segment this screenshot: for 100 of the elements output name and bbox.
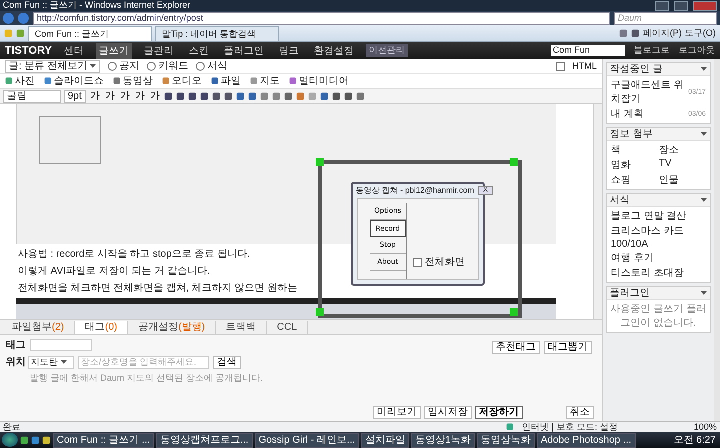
media-icon[interactable] <box>211 77 219 85</box>
caret-icon[interactable] <box>701 197 707 203</box>
taskbar-item[interactable]: 동영상1녹화 <box>411 432 475 448</box>
radio-label: 키워드 <box>158 60 188 73</box>
browser-tab[interactable]: Com Fun :: 글쓰기 <box>28 26 152 40</box>
caret-icon[interactable] <box>701 66 707 72</box>
font-select[interactable]: 굴림 <box>3 90 61 102</box>
info-item[interactable]: 책 <box>611 143 658 157</box>
media-button[interactable]: 지도 <box>260 74 280 88</box>
nav-menu-item[interactable]: 플러그인 <box>221 42 268 58</box>
format-button[interactable]: 가 <box>88 89 101 103</box>
media-icon[interactable] <box>289 77 297 85</box>
toolbar-menu[interactable]: 도구(O) <box>685 26 716 40</box>
nav-menu-item[interactable]: 링크 <box>276 42 302 58</box>
taskbar-item[interactable]: Com Fun :: 글쓰기 ... <box>53 432 154 448</box>
address-field[interactable]: http://comfun.tistory.com/admin/entry/post <box>33 12 610 24</box>
media-icon[interactable] <box>250 77 258 85</box>
nav-link[interactable]: 블로그로 <box>634 44 670 57</box>
radio-button[interactable] <box>196 62 206 70</box>
scrollbar[interactable] <box>593 104 602 319</box>
caret-icon[interactable] <box>701 290 707 296</box>
location-note: 발행 글에 한해서 Daum 지도의 선택된 장소에 공개됩니다. <box>29 372 264 385</box>
minimize-button[interactable] <box>655 0 669 10</box>
media-button[interactable]: 멀티미디어 <box>299 74 349 88</box>
taskbar-item[interactable]: Adobe Photoshop ... <box>536 432 636 448</box>
caret-icon[interactable] <box>61 359 67 365</box>
template-item[interactable]: 티스토리 초대장 <box>611 266 706 280</box>
media-button[interactable]: 동영상 <box>123 74 153 88</box>
blog-select[interactable]: Com Fun <box>551 45 625 56</box>
format-button[interactable]: 가 <box>134 89 146 103</box>
media-icon[interactable] <box>113 77 121 85</box>
media-icon[interactable] <box>162 77 170 85</box>
migration-button[interactable]: 이전관리 <box>366 44 408 57</box>
selection-handle[interactable] <box>316 308 324 316</box>
selection-handle[interactable] <box>510 308 518 316</box>
info-item[interactable]: 영화 <box>611 158 658 172</box>
media-button[interactable]: 슬라이드쇼 <box>54 74 104 88</box>
option-tab[interactable]: 태그(0) <box>75 321 128 334</box>
draft-item[interactable]: 내 계획 <box>611 107 686 121</box>
action-button[interactable]: 저장하기 <box>475 406 523 418</box>
info-item[interactable]: 쇼핑 <box>611 173 658 187</box>
media-button[interactable]: 사진 <box>15 74 35 88</box>
nav-link[interactable]: 로그아웃 <box>679 44 715 57</box>
radio-button[interactable] <box>147 62 156 70</box>
nav-menu-item[interactable]: 환경설정 <box>311 42 358 58</box>
map-select[interactable]: 지도탄 <box>28 356 74 368</box>
media-icon[interactable] <box>5 77 13 85</box>
body-text-line: 이렇게 AVI파일로 저장이 되는 거 같습니다. <box>18 265 212 278</box>
zoom-level[interactable]: 100% <box>694 422 717 432</box>
maximize-button[interactable] <box>674 0 688 10</box>
tag-button[interactable]: 추천태그 <box>492 341 540 354</box>
search-button[interactable]: 검색 <box>213 356 241 368</box>
cancel-button[interactable]: 취소 <box>566 406 594 418</box>
template-item[interactable]: 여행 후기 <box>611 251 706 265</box>
nav-menu-item[interactable]: 스킨 <box>186 42 212 58</box>
nav-menu-item[interactable]: 센터 <box>61 42 88 58</box>
template-item[interactable]: 크리스마스 카드 <box>611 224 706 238</box>
info-item[interactable]: 인물 <box>659 173 706 187</box>
action-button[interactable]: 임시저장 <box>424 406 472 418</box>
selection-handle[interactable] <box>510 158 518 166</box>
media-button[interactable]: 오디오 <box>172 74 202 88</box>
taskbar-item[interactable]: 설치파일 <box>361 432 410 448</box>
scrollbar[interactable] <box>714 59 720 421</box>
info-item[interactable]: 장소 <box>659 143 706 157</box>
taskbar-item[interactable]: Gossip Girl - 레인보... <box>254 432 360 448</box>
format-button[interactable]: 가 <box>104 89 116 103</box>
template-item[interactable]: 100/10A <box>611 239 706 250</box>
start-button[interactable] <box>2 433 18 447</box>
option-tab[interactable]: 공개설정(발행) <box>128 321 216 334</box>
taskbar-item[interactable]: 동영상캡쳐프로그... <box>156 432 253 448</box>
html-checkbox[interactable] <box>556 62 564 70</box>
toolbar-menu[interactable]: 페이지(P) <box>643 26 682 40</box>
info-item[interactable]: TV <box>659 158 706 172</box>
taskbar-item[interactable]: 동영상녹화 <box>476 432 535 448</box>
action-button[interactable]: 미리보기 <box>373 406 421 418</box>
logo[interactable]: TISTORY <box>5 44 52 56</box>
template-item[interactable]: 블로그 연말 결산 <box>611 209 706 223</box>
caret-icon[interactable] <box>90 63 96 69</box>
option-tab[interactable]: CCL <box>267 321 308 334</box>
fullscreen-checkbox[interactable] <box>413 258 422 266</box>
clock: 오전 6:27 <box>674 434 717 447</box>
draft-item[interactable]: 구글애드센트 위치잡기 <box>611 78 686 106</box>
browser-tab[interactable]: 말Tip : 네이버 통합검색 <box>155 26 279 40</box>
media-button[interactable]: 파일 <box>221 74 241 88</box>
media-icon[interactable] <box>44 77 52 85</box>
radio-button[interactable] <box>108 62 118 70</box>
back-button[interactable] <box>3 12 14 24</box>
option-tab[interactable]: 트랙백 <box>216 321 268 334</box>
nav-menu-item[interactable]: 글쓰기 <box>96 42 132 58</box>
format-button[interactable]: 가 <box>118 89 131 103</box>
size-select[interactable]: 9pt <box>64 90 86 102</box>
category-select[interactable]: 글: 분류 전체보기 <box>5 60 100 72</box>
selection-handle[interactable] <box>316 158 324 166</box>
forward-button[interactable] <box>18 12 29 24</box>
nav-menu-item[interactable]: 글관리 <box>141 42 178 58</box>
tag-button[interactable]: 태그뽑기 <box>544 341 592 354</box>
close-button[interactable] <box>693 0 717 10</box>
tag-field[interactable] <box>30 339 92 351</box>
format-button[interactable]: 가 <box>148 89 161 103</box>
caret-icon[interactable] <box>701 131 707 137</box>
